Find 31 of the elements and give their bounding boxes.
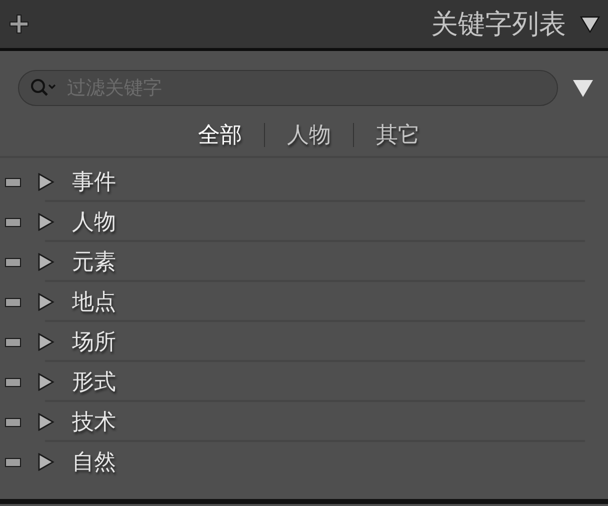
disclosure-triangle-icon[interactable] (37, 253, 55, 271)
disclosure-triangle-icon[interactable] (37, 333, 55, 351)
minus-icon[interactable] (5, 218, 21, 226)
keyword-label[interactable]: 元素 (72, 247, 116, 277)
panel-title: 关键字列表 (431, 8, 566, 42)
keyword-label[interactable]: 形式 (72, 367, 116, 397)
keyword-label[interactable]: 地点 (72, 287, 116, 317)
keyword-label[interactable]: 场所 (72, 327, 116, 357)
minus-icon[interactable] (5, 338, 21, 346)
disclosure-triangle-icon[interactable] (37, 293, 55, 311)
minus-icon[interactable] (5, 178, 21, 186)
minus-icon[interactable] (5, 378, 21, 386)
keyword-label[interactable]: 事件 (72, 167, 116, 197)
minus-icon[interactable] (5, 258, 21, 266)
disclosure-triangle-icon[interactable] (37, 173, 55, 191)
keyword-label[interactable]: 自然 (72, 447, 116, 477)
filter-tab[interactable]: 其它 (376, 120, 420, 150)
minus-icon[interactable] (5, 458, 21, 466)
disclosure-triangle-icon[interactable] (37, 453, 55, 471)
filter-tab[interactable]: 人物 (287, 120, 331, 150)
plus-icon[interactable] (8, 13, 30, 35)
keyword-label[interactable]: 人物 (72, 207, 116, 237)
minus-icon[interactable] (5, 418, 21, 426)
collapse-triangle-icon[interactable] (580, 14, 600, 34)
disclosure-triangle-icon[interactable] (37, 213, 55, 231)
dropdown-triangle-icon[interactable] (572, 78, 594, 98)
minus-icon[interactable] (5, 298, 21, 306)
filter-tab[interactable]: 全部 (198, 120, 242, 150)
keyword-label[interactable]: 技术 (72, 407, 116, 437)
disclosure-triangle-icon[interactable] (37, 373, 55, 391)
disclosure-triangle-icon[interactable] (37, 413, 55, 431)
